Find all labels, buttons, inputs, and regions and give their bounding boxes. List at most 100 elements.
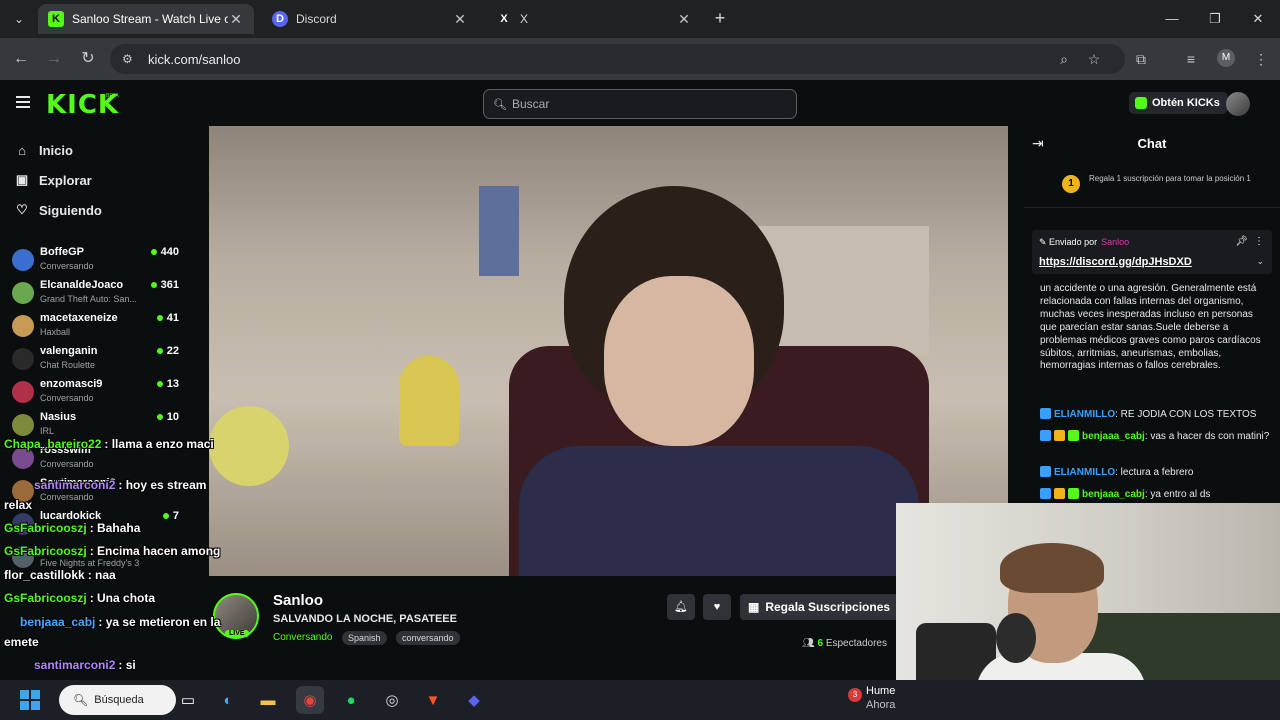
channel-item[interactable]: Nasius IRL 10 — [12, 411, 182, 443]
chat-message: benjaaa_cabj: vas a hacer ds con matini? — [1040, 430, 1272, 443]
viewers-icon: 👥︎ — [802, 638, 818, 649]
channel-item[interactable]: BoffeGP Conversando 440 — [12, 246, 182, 278]
channel-item[interactable]: lucardokick 7 — [12, 510, 182, 542]
channel-name: ElcanaldeJoaco — [40, 279, 124, 291]
minimize-icon[interactable]: — — [1157, 8, 1187, 30]
pinned-message[interactable]: ✎ Enviado por Sanloo 📌︎ ⋮ https://discord… — [1032, 230, 1272, 274]
menu-icon[interactable] — [16, 96, 30, 108]
tag-spanish[interactable]: Spanish — [342, 631, 387, 645]
edge-icon[interactable]: ◐ — [214, 686, 242, 714]
sub-badge-icon — [1054, 488, 1065, 499]
close-tab-icon[interactable]: ✕ — [228, 11, 244, 28]
viewer-count: 41 — [157, 312, 179, 324]
chrome-icon[interactable]: ◉ — [296, 686, 324, 714]
channel-name: lucardokick — [40, 510, 102, 522]
spotify-icon[interactable]: ● — [337, 686, 365, 714]
nav-explorar[interactable]: ▣ Explorar — [14, 168, 92, 192]
chevron-down-icon[interactable]: ⌄ — [1256, 256, 1264, 267]
viewer-count: 13 — [157, 378, 179, 390]
chat-username[interactable]: benjaaa_cabj — [1082, 489, 1145, 500]
viewers-label: Espectadores — [825, 638, 887, 649]
channel-name: enzomasci9 — [40, 378, 103, 390]
stream-category[interactable]: Conversando — [273, 632, 332, 643]
avatar — [12, 348, 34, 370]
avatar — [12, 414, 34, 436]
pinned-link[interactable]: https://discord.gg/dpJHsDXD — [1039, 256, 1192, 268]
chat-text: : ya entro al ds — [1144, 489, 1211, 500]
channel-item[interactable]: valenganin Chat Roulette 22 — [12, 345, 182, 377]
follow-heart-icon[interactable]: ♥ — [703, 594, 731, 620]
gift-icon: ▦ — [748, 600, 760, 614]
get-kicks-button[interactable]: Obtén KICKs — [1129, 92, 1228, 114]
avatar — [12, 249, 34, 271]
file-explorer-icon[interactable]: ▭ — [174, 686, 202, 714]
close-tab-icon[interactable]: ✕ — [452, 11, 468, 28]
windows-start-icon[interactable] — [20, 690, 40, 710]
more-options-icon[interactable]: ⋮ — [1254, 236, 1264, 247]
media-control-icon[interactable]: ≡ — [1180, 48, 1202, 70]
search-input[interactable] — [511, 97, 782, 111]
obs-icon[interactable]: ◎ — [378, 686, 406, 714]
discord-icon[interactable]: ◆ — [460, 686, 488, 714]
tag-conversando[interactable]: conversando — [396, 631, 460, 645]
badge-icon — [1040, 430, 1051, 441]
weather-line1: Hume — [866, 685, 896, 697]
restore-icon[interactable]: ❐ — [1200, 8, 1230, 30]
channel-category: Grand Theft Auto: San... — [40, 294, 137, 304]
new-tab-icon[interactable]: + — [709, 8, 731, 30]
kick-favicon-icon: K — [48, 11, 64, 27]
chat-username[interactable]: benjaaa_cabj — [1082, 431, 1145, 442]
url-text[interactable]: kick.com/sanloo — [148, 52, 240, 67]
bookmark-star-icon[interactable]: ☆ — [1083, 48, 1105, 70]
webcam-hair — [1000, 543, 1104, 593]
search-box[interactable]: 🔍︎ — [483, 89, 797, 119]
pin-icon[interactable]: 📌︎ — [1235, 236, 1248, 247]
video-player[interactable] — [209, 126, 1008, 576]
folder-icon[interactable]: ▬ — [254, 686, 282, 714]
user-avatar[interactable] — [1226, 92, 1250, 116]
chat-username[interactable]: ELIANMILLO — [1054, 409, 1115, 420]
channel-category: Conversando — [40, 492, 94, 502]
channel-item[interactable]: ElcanaldeJoaco Grand Theft Auto: San... … — [12, 279, 182, 311]
channel-item[interactable]: rossswim Conversando — [12, 444, 182, 476]
chat-username[interactable]: ELIANMILLO — [1054, 467, 1115, 478]
notification-bell-icon[interactable]: 🔔︎ — [667, 594, 695, 620]
webcam-headset — [996, 613, 1036, 663]
nav-inicio[interactable]: ⌂ Inicio — [14, 138, 73, 162]
taskbar-search[interactable]: 🔍︎ Búsqueda — [59, 685, 176, 715]
close-tab-icon[interactable]: ✕ — [676, 11, 692, 28]
zoom-icon[interactable]: ⌕ — [1053, 48, 1075, 70]
site-info-icon[interactable]: ⚙ — [122, 52, 138, 66]
gift-leaderboard[interactable]: 1 Regala 1 suscripción para tomar la pos… — [1024, 162, 1280, 208]
tab-x[interactable]: X X ✕ — [486, 4, 702, 34]
gift-subs-button[interactable]: ▦ Regala Suscripciones — [740, 594, 902, 620]
address-bar[interactable]: ⚙ kick.com/sanloo — [110, 44, 1125, 74]
channel-item[interactable]: enzomasci9 Conversando 13 — [12, 378, 182, 410]
nav-siguiendo[interactable]: ♡ Siguiendo — [14, 198, 102, 222]
channel-item[interactable]: Five Nights at Freddy's 3 — [12, 543, 182, 575]
home-icon: ⌂ — [18, 142, 26, 158]
collapse-chat-icon[interactable]: ⇥ — [1032, 135, 1044, 152]
forward-icon[interactable]: → — [42, 48, 66, 70]
back-icon[interactable]: ← — [9, 48, 33, 70]
channel-item[interactable]: Santimarconi2 Conversando — [12, 477, 182, 509]
extensions-icon[interactable]: ⧉ — [1130, 48, 1152, 70]
channel-item[interactable]: macetaxeneize Haxball 41 — [12, 312, 182, 344]
weather-widget[interactable]: Hume Ahora — [866, 684, 895, 712]
tab-discord[interactable]: D Discord ✕ — [262, 4, 478, 34]
brave-icon[interactable]: ▼ — [419, 686, 447, 714]
browser-menu-icon[interactable]: ⋮ — [1250, 48, 1272, 70]
channel-name: macetaxeneize — [40, 312, 118, 324]
gift-subs-label: Regala Suscripciones — [765, 600, 891, 614]
viewers-number: 6 — [817, 638, 824, 649]
channel-category: Five Nights at Freddy's 3 — [40, 558, 140, 568]
close-window-icon[interactable]: ✕ — [1243, 8, 1273, 30]
tab-search-icon[interactable]: ⌄ — [8, 9, 30, 29]
reload-icon[interactable]: ↻ — [76, 48, 100, 70]
live-badge: LIVE — [225, 630, 249, 637]
gift-badge-icon — [1068, 488, 1079, 499]
tab-kick[interactable]: K Sanloo Stream - Watch Live on ✕ — [38, 4, 254, 34]
streamer-name[interactable]: Sanloo — [273, 592, 323, 609]
pinned-by-label: Enviado por — [1049, 237, 1098, 247]
profile-avatar[interactable]: M — [1217, 49, 1235, 67]
